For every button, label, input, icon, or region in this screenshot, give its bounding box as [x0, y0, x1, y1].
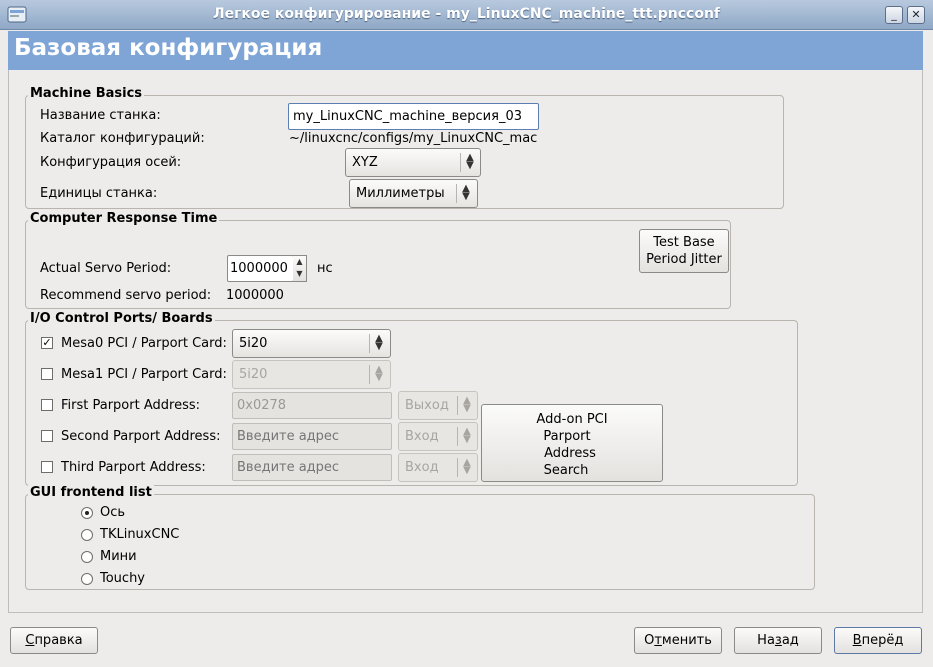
response-time-label: Computer Response Time [28, 211, 220, 226]
gui-option-label: TKLinuxCNC [100, 527, 180, 542]
parport3-direction-combo[interactable]: Вход ▲ ▼ [398, 453, 478, 482]
search-button-line4: Search [543, 463, 589, 478]
mesa0-card-combo[interactable]: 5i20 ▲ ▼ [232, 329, 391, 358]
machine-name-label: Название станка: [40, 108, 161, 123]
updown-arrow-icon: ▲ ▼ [466, 152, 474, 171]
cancel-mnemonic: т [654, 633, 662, 648]
parport1-label: First Parport Address: [61, 398, 200, 413]
units-combo[interactable]: Миллиметры ▲ ▼ [349, 179, 478, 208]
gui-radio-tklinuxcnc[interactable] [81, 529, 93, 541]
parport2-direction-combo[interactable]: Вход ▲ ▼ [398, 422, 478, 451]
window-title: Легкое конфигурирование - my_LinuxCNC_ma… [212, 6, 721, 22]
back-label-pre: На [757, 633, 775, 648]
forward-label: перёд [861, 633, 904, 648]
mesa1-card-value: 5i20 [239, 367, 268, 382]
parport2-label: Second Parport Address: [61, 429, 221, 444]
updown-arrow-icon: ▲ ▼ [463, 426, 471, 445]
gui-option-label: Мини [100, 549, 137, 564]
updown-arrow-icon: ▲ ▼ [463, 457, 471, 476]
cancel-label: менить [661, 633, 712, 648]
window-titlebar[interactable]: Легкое конфигурирование - my_LinuxCNC_ma… [0, 0, 933, 30]
parport1-checkbox[interactable] [41, 399, 53, 411]
config-dir-label: Каталог конфигураций: [40, 131, 205, 146]
recommend-servo-label: Recommend servo period: [40, 288, 212, 303]
servo-period-spinner[interactable]: ▲ ▼ [293, 255, 307, 282]
mesa1-checkbox[interactable] [41, 368, 53, 380]
axis-config-label: Конфигурация осей: [40, 155, 182, 170]
test-button-line2: Period Jitter [646, 252, 722, 267]
forward-mnemonic: В [852, 633, 862, 648]
io-ports-label: I/O Control Ports/ Boards [28, 311, 215, 326]
page-title: Базовая конфигурация [14, 35, 323, 61]
gui-radio-mini[interactable] [81, 551, 93, 563]
recommend-servo-value: 1000000 [226, 288, 284, 303]
search-button-line2: Parport [543, 429, 591, 444]
updown-arrow-icon: ▲ ▼ [375, 364, 383, 383]
help-button[interactable]: Справка [10, 627, 98, 654]
config-dir-value: ~/linuxcnc/configs/my_LinuxCNC_mac [289, 131, 538, 146]
test-button-line1: Test Base [653, 235, 715, 250]
parport1-direction-value: Выход [405, 398, 449, 413]
parport3-direction-value: Вход [405, 460, 439, 475]
search-button-line1: Add-on PCI [536, 412, 608, 427]
parport1-address-input[interactable] [232, 392, 392, 419]
machine-basics-label: Machine Basics [28, 86, 145, 101]
units-value: Миллиметры [356, 186, 445, 201]
axis-config-combo[interactable]: XYZ ▲ ▼ [345, 148, 481, 177]
parport3-address-input[interactable] [232, 454, 392, 481]
updown-arrow-icon: ▲ ▼ [463, 395, 471, 414]
test-base-period-button[interactable]: Test Base Period Jitter [639, 229, 729, 273]
back-mnemonic: з [774, 633, 782, 648]
cancel-label-pre: О [644, 633, 655, 648]
gui-option-label: Touchy [100, 571, 146, 586]
parport1-direction-combo[interactable]: Выход ▲ ▼ [398, 391, 478, 420]
parport3-label: Third Parport Address: [61, 460, 206, 475]
cancel-button[interactable]: Отменить [634, 627, 722, 654]
gui-radio-axis[interactable] [81, 507, 93, 519]
parport3-checkbox[interactable] [41, 461, 53, 473]
search-button-line3: Address [544, 446, 596, 461]
parport2-address-input[interactable] [232, 423, 392, 450]
updown-arrow-icon: ▲ ▼ [375, 333, 383, 352]
servo-period-unit: нс [317, 261, 333, 276]
mesa0-checkbox[interactable]: ✓ [41, 337, 53, 349]
mesa1-label: Mesa1 PCI / Parport Card: [61, 367, 227, 382]
updown-arrow-icon: ▲ ▼ [462, 183, 470, 202]
mesa1-card-combo[interactable]: 5i20 ▲ ▼ [232, 360, 391, 389]
addon-pci-search-button[interactable]: Add-on PCI Parport Address Search [481, 404, 663, 482]
minimize-button[interactable]: _ [885, 6, 903, 24]
servo-period-input[interactable] [227, 255, 294, 282]
gui-frontend-label: GUI frontend list [28, 485, 154, 500]
gui-option-label: Ось [100, 505, 126, 520]
help-label: правка [34, 633, 83, 648]
forward-button[interactable]: Вперёд [834, 627, 922, 654]
axis-config-value: XYZ [352, 155, 378, 170]
mesa0-card-value: 5i20 [239, 336, 268, 351]
machine-name-input[interactable] [288, 103, 539, 130]
units-label: Единицы станка: [40, 186, 158, 201]
back-label: ад [781, 633, 799, 648]
mesa0-label: Mesa0 PCI / Parport Card: [61, 336, 227, 351]
gui-radio-touchy[interactable] [81, 573, 93, 585]
servo-period-label: Actual Servo Period: [40, 261, 172, 276]
page-banner: Базовая конфигурация [8, 31, 923, 70]
parport2-direction-value: Вход [405, 429, 439, 444]
parport2-checkbox[interactable] [41, 430, 53, 442]
close-button[interactable]: ✕ [907, 6, 925, 24]
back-button[interactable]: Назад [734, 627, 822, 654]
